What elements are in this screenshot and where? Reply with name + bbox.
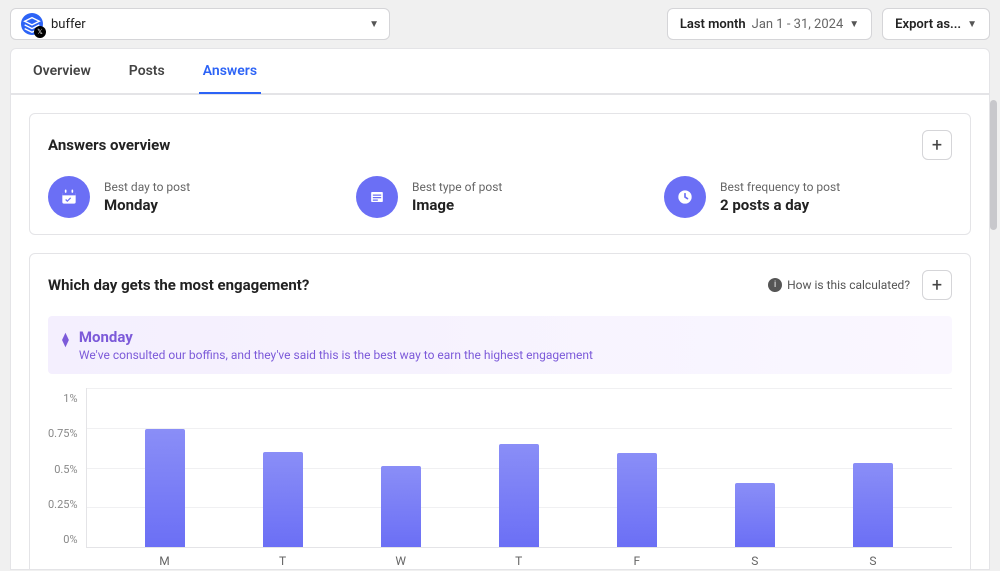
info-icon: i (768, 278, 782, 292)
account-selector[interactable]: 𝕏 buffer ▼ (10, 8, 390, 40)
answers-overview-card: Answers overview + Best day to post Mond… (29, 113, 971, 235)
overview-value: 2 posts a day (720, 196, 840, 214)
x-label: M (145, 554, 185, 568)
clock-icon (664, 176, 706, 218)
bolt-icon: ⧫ (62, 332, 69, 348)
bars-area (86, 388, 952, 548)
x-label: T (499, 554, 539, 568)
bar-col (263, 388, 303, 547)
export-button[interactable]: Export as... ▼ (882, 8, 990, 40)
overview-label: Best day to post (104, 180, 190, 194)
tabs: Overview Posts Answers (11, 49, 989, 94)
buffer-logo-icon: 𝕏 (21, 13, 43, 35)
bar-col (499, 388, 539, 547)
x-label: F (617, 554, 657, 568)
date-range: Jan 1 - 31, 2024 (752, 17, 844, 32)
add-button[interactable]: + (922, 130, 952, 160)
bar-col (735, 388, 775, 547)
banner-title: Monday (79, 328, 593, 346)
tab-posts[interactable]: Posts (125, 49, 169, 93)
bar-col (381, 388, 421, 547)
bar-col (145, 388, 185, 547)
x-axis: MTWTFSS (86, 548, 952, 568)
chevron-down-icon: ▼ (369, 19, 379, 30)
y-axis: 1% 0.75% 0.5% 0.25% 0% (48, 388, 86, 568)
y-tick: 0.5% (48, 463, 78, 476)
overview-value: Image (412, 196, 502, 214)
card-title: Answers overview (48, 136, 170, 154)
chevron-down-icon: ▼ (967, 19, 977, 30)
overview-item: Best type of post Image (356, 176, 644, 218)
bar-col (853, 388, 893, 547)
export-label: Export as... (895, 17, 961, 32)
overview-item: Best frequency to post 2 posts a day (664, 176, 952, 218)
chevron-down-icon: ▼ (849, 19, 859, 30)
y-tick: 0.75% (48, 427, 78, 440)
x-badge-icon: 𝕏 (34, 26, 46, 38)
engagement-card: Which day gets the most engagement? i Ho… (29, 253, 971, 570)
banner-subtitle: We've consulted our boffins, and they've… (79, 348, 593, 362)
y-tick: 0% (48, 533, 78, 546)
bar (853, 463, 893, 547)
overview-item: Best day to post Monday (48, 176, 336, 218)
help-text: How is this calculated? (787, 278, 910, 292)
add-button[interactable]: + (922, 270, 952, 300)
x-label: T (263, 554, 303, 568)
x-label: S (853, 554, 893, 568)
calendar-icon (48, 176, 90, 218)
engagement-chart: 1% 0.75% 0.5% 0.25% 0% M T W T F S S (48, 388, 952, 568)
tab-overview[interactable]: Overview (29, 49, 95, 93)
date-label: Last month (680, 17, 746, 32)
bar (499, 444, 539, 547)
bar (735, 483, 775, 547)
help-link[interactable]: i How is this calculated? (768, 278, 910, 292)
overview-label: Best frequency to post (720, 180, 840, 194)
card-title: Which day gets the most engagement? (48, 276, 309, 294)
x-label: S (735, 554, 775, 568)
bar (145, 429, 185, 547)
y-tick: 0.25% (48, 498, 78, 511)
bar (263, 452, 303, 547)
highlight-banner: ⧫ Monday We've consulted our boffins, an… (48, 316, 952, 374)
overview-label: Best type of post (412, 180, 502, 194)
bar (617, 453, 657, 547)
scrollbar[interactable] (990, 100, 997, 230)
image-icon (356, 176, 398, 218)
x-label: W (381, 554, 421, 568)
overview-value: Monday (104, 196, 190, 214)
account-name: buffer (51, 17, 361, 32)
bar-col (617, 388, 657, 547)
date-range-picker[interactable]: Last month Jan 1 - 31, 2024 ▼ (667, 8, 872, 40)
bar (381, 466, 421, 547)
y-tick: 1% (48, 392, 78, 405)
tab-answers[interactable]: Answers (199, 49, 261, 93)
